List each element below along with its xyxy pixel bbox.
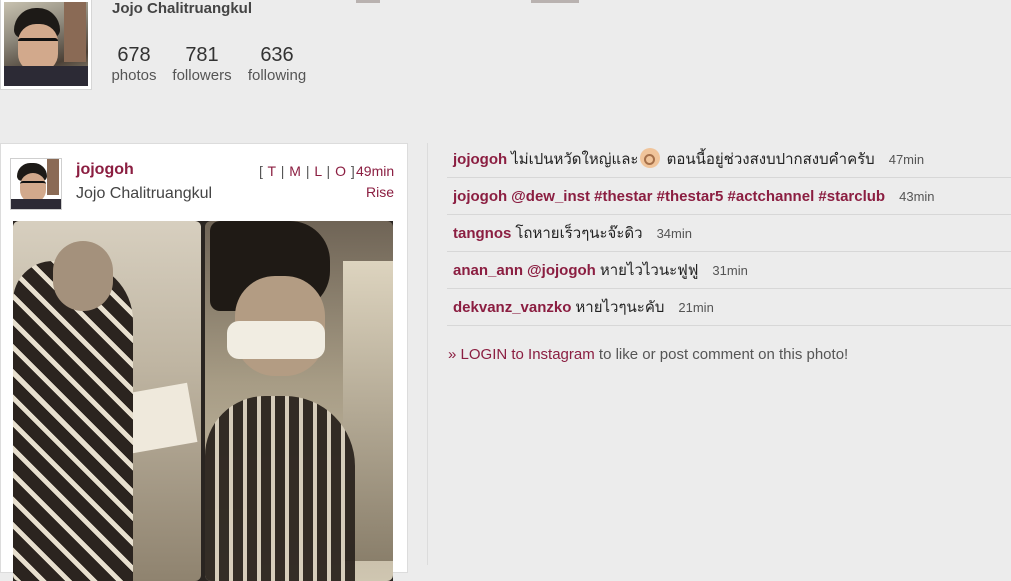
link-m[interactable]: M bbox=[289, 163, 301, 179]
stat-followers[interactable]: 781 followers bbox=[171, 43, 233, 85]
comment-mention[interactable]: @jojogoh bbox=[527, 262, 596, 279]
thumbnail-stub[interactable] bbox=[356, 0, 380, 3]
post-fullname: Jojo Chalitruangkul bbox=[76, 185, 213, 202]
post-links: [ T | M | L | O ] bbox=[259, 163, 355, 179]
main-photo[interactable] bbox=[13, 221, 393, 581]
bracket-close: ] bbox=[350, 163, 356, 179]
comment-username[interactable]: jojogoh bbox=[453, 188, 507, 205]
photo-panel-right bbox=[205, 221, 393, 581]
comment-time: 47min bbox=[888, 152, 925, 167]
stat-photos-value: 678 bbox=[117, 44, 151, 66]
comment-item: jojogoh @dew_inst #thestar #thestar5 #act… bbox=[447, 178, 1011, 215]
comment-text[interactable]: @dew_inst #thestar #thestar5 #actchannel… bbox=[511, 188, 885, 205]
login-prompt-text: to like or post comment on this photo! bbox=[598, 346, 849, 363]
link-separator: | bbox=[280, 163, 285, 179]
raquo-icon: » bbox=[448, 346, 457, 363]
comment-username[interactable]: anan_ann bbox=[453, 262, 523, 279]
stat-following[interactable]: 636 following bbox=[246, 43, 308, 85]
login-prompt: » LOGIN to Instagram to like or post com… bbox=[448, 346, 848, 363]
link-l[interactable]: L bbox=[314, 163, 322, 179]
post-avatar[interactable] bbox=[10, 158, 62, 210]
comment-username[interactable]: dekvanz_vanzko bbox=[453, 299, 571, 316]
comment-text: ไม่เปนหวัดใหญ่และ ตอนนี้อยู่ช่วงสงบปากสง… bbox=[511, 148, 875, 168]
comment-time: 34min bbox=[656, 226, 692, 241]
ok-hand-icon bbox=[640, 148, 661, 168]
link-o[interactable]: O bbox=[335, 163, 346, 179]
stat-followers-label: followers bbox=[172, 67, 232, 84]
photo-card: jojogoh Jojo Chalitruangkul [ T | M | L … bbox=[0, 143, 408, 581]
stat-followers-value: 781 bbox=[185, 44, 219, 66]
comment-item: anan_ann @jojogoh หายไวไวนะฟูฟู 31min bbox=[447, 252, 1011, 289]
comment-list: jojogoh ไม่เปนหวัดใหญ่และ ตอนนี้อยู่ช่วงส… bbox=[447, 141, 1011, 326]
avatar-photo bbox=[4, 2, 88, 86]
link-separator: | bbox=[326, 163, 331, 179]
comment-time: 43min bbox=[899, 189, 935, 204]
profile-avatar[interactable] bbox=[0, 0, 92, 90]
profile-name: Jojo Chalitruangkul bbox=[112, 0, 253, 17]
stat-following-value: 636 bbox=[260, 44, 294, 66]
comment-text: หายไวไวนะฟูฟู bbox=[599, 262, 699, 279]
comment-time: 21min bbox=[678, 300, 714, 315]
stat-photos[interactable]: 678 photos bbox=[109, 43, 159, 85]
profile-header: Jojo Chalitruangkul 678 photos 781 follo… bbox=[0, 0, 1011, 118]
post-username[interactable]: jojogoh bbox=[76, 161, 134, 179]
link-t[interactable]: T bbox=[268, 163, 277, 179]
comment-text: โถหายเร็วๆนะจ๊ะดิว bbox=[515, 225, 643, 242]
comment-item: jojogoh ไม่เปนหวัดใหญ่และ ตอนนี้อยู่ช่วงส… bbox=[447, 141, 1011, 178]
post-filter: Rise bbox=[366, 184, 395, 200]
comment-time: 31min bbox=[712, 263, 748, 278]
link-separator: | bbox=[305, 163, 310, 179]
stat-photos-label: photos bbox=[111, 67, 157, 84]
photo-panel-left bbox=[13, 221, 201, 581]
comment-item: tangnos โถหายเร็วๆนะจ๊ะดิว 34min bbox=[447, 215, 1011, 252]
login-link[interactable]: LOGIN to Instagram bbox=[461, 346, 595, 363]
comment-username[interactable]: tangnos bbox=[453, 225, 511, 242]
comment-item: dekvanz_vanzko หายไวๆนะคับ 21min bbox=[447, 289, 1011, 326]
column-divider bbox=[427, 143, 428, 565]
thumbnail-stub[interactable] bbox=[531, 0, 579, 3]
comment-username[interactable]: jojogoh bbox=[453, 151, 507, 168]
post-time[interactable]: 49min bbox=[356, 163, 394, 179]
comment-text: หายไวๆนะคับ bbox=[575, 299, 665, 316]
stat-following-label: following bbox=[247, 67, 307, 84]
bracket-open: [ bbox=[259, 163, 264, 179]
